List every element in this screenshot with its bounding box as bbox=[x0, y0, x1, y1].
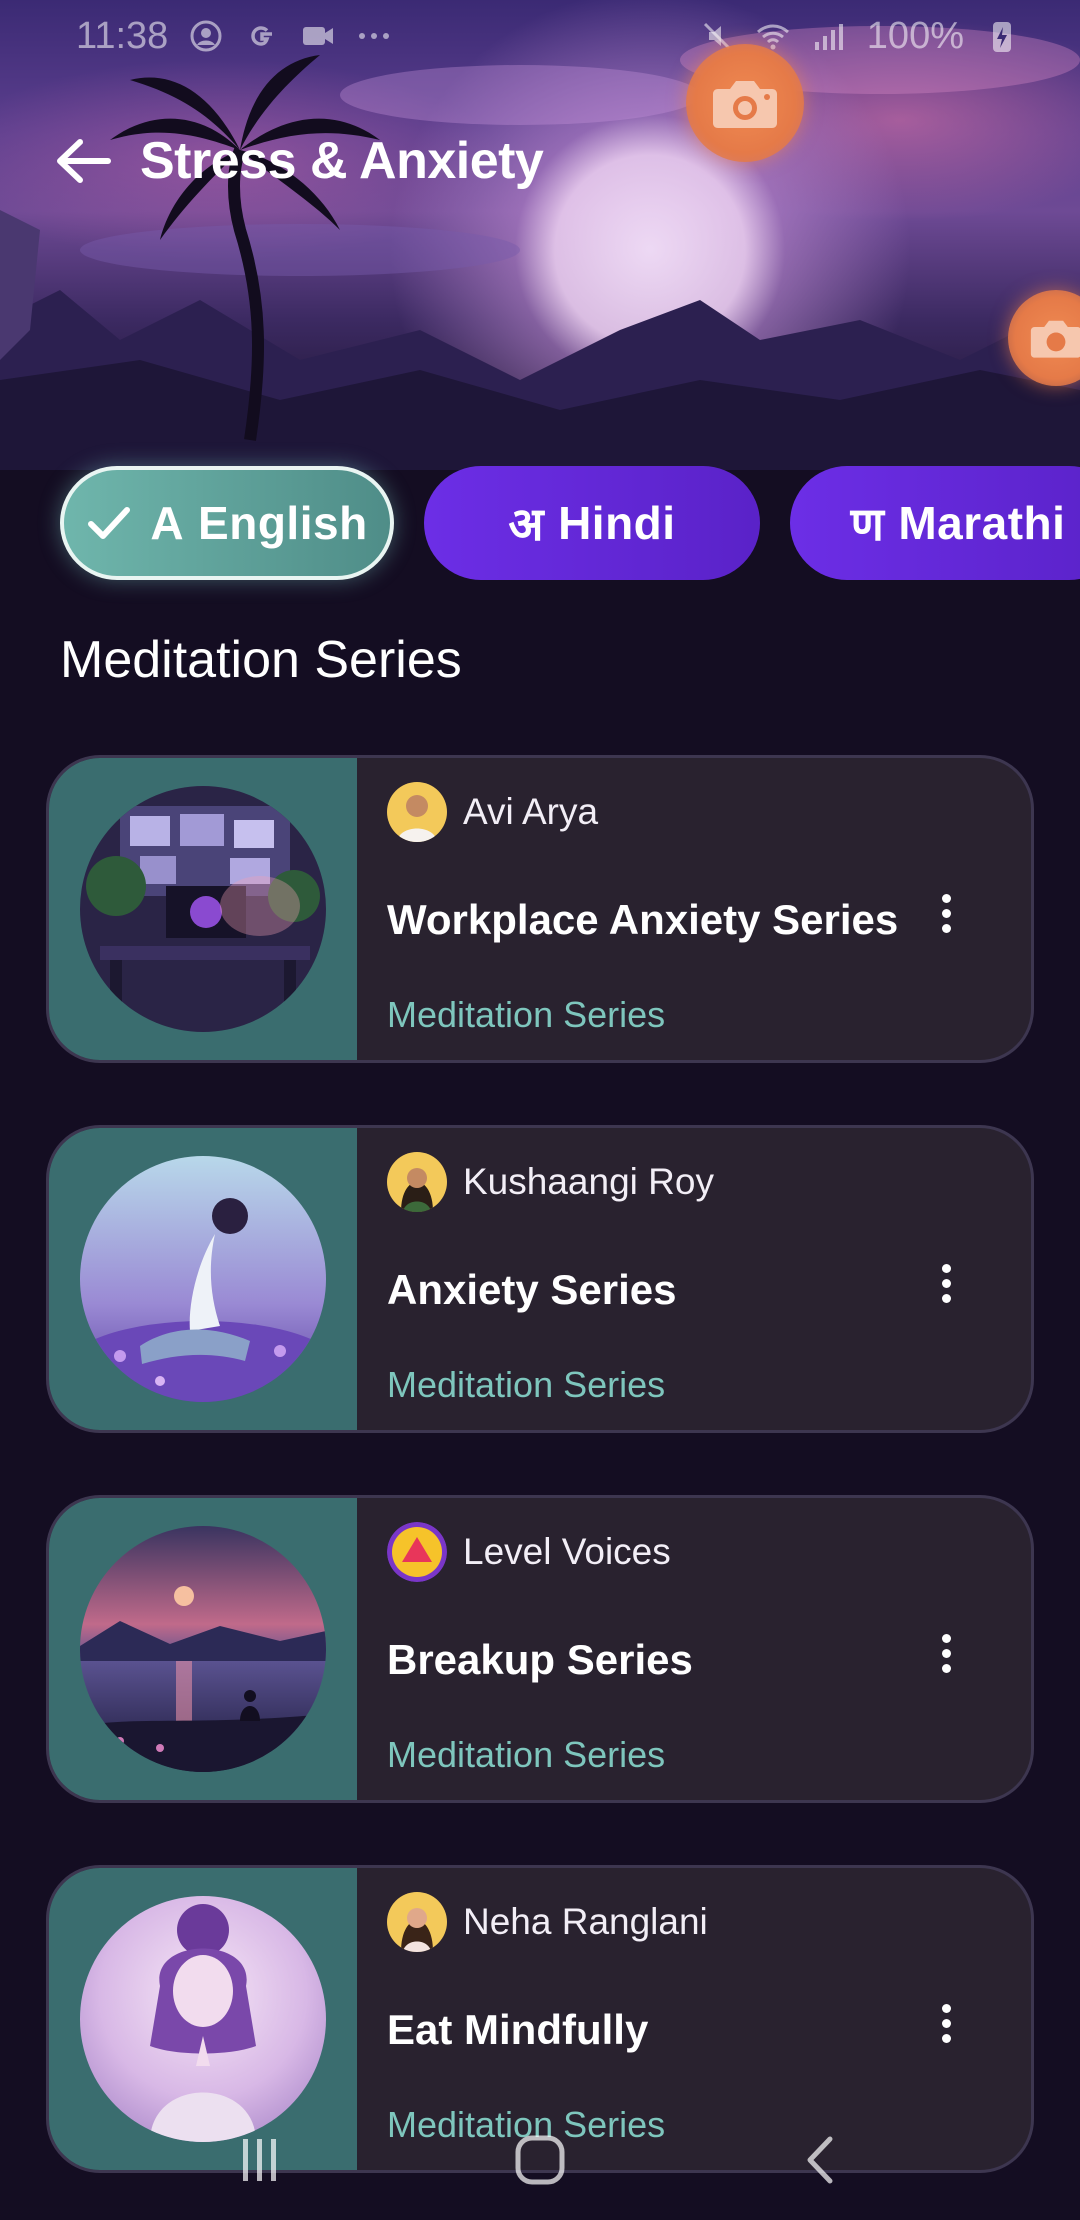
author-name: Kushaangi Roy bbox=[463, 1161, 714, 1202]
more-dots-icon bbox=[356, 18, 392, 54]
language-chip-marathi[interactable]: ण Marathi bbox=[790, 466, 1080, 580]
series-list: Avi Arya Workplace Anxiety Series Medita… bbox=[46, 755, 1034, 2220]
thumbnail-panel bbox=[49, 758, 357, 1060]
author-avatar bbox=[387, 782, 447, 842]
series-card[interactable]: Kushaangi Roy Anxiety Series Meditation … bbox=[46, 1125, 1034, 1433]
author: Neha Ranglani bbox=[387, 1892, 708, 1952]
language-label: Marathi bbox=[898, 497, 1066, 549]
floating-camera-button[interactable] bbox=[686, 44, 804, 162]
series-card[interactable]: Avi Arya Workplace Anxiety Series Medita… bbox=[46, 755, 1034, 1063]
author-avatar bbox=[387, 1892, 447, 1952]
language-label: Hindi bbox=[558, 497, 676, 549]
status-bar: 11:38 100% bbox=[0, 0, 1080, 72]
checkmark-icon bbox=[88, 507, 131, 539]
signal-icon bbox=[811, 18, 847, 54]
google-g-icon bbox=[244, 18, 280, 54]
more-options-button[interactable] bbox=[931, 1998, 961, 2048]
kebab-menu-icon bbox=[941, 1263, 951, 1273]
series-type: Meditation Series bbox=[387, 1364, 666, 1405]
back-button[interactable] bbox=[52, 130, 114, 192]
language-chip-hindi[interactable]: अ Hindi bbox=[424, 466, 760, 580]
kebab-menu-icon bbox=[941, 893, 951, 903]
language-glyph: अ bbox=[508, 498, 545, 550]
kebab-menu-icon bbox=[941, 2003, 951, 2013]
battery-percentage: 100% bbox=[866, 14, 964, 57]
account-circle-icon bbox=[188, 18, 224, 54]
thumbnail-panel bbox=[49, 1498, 357, 1800]
home-button[interactable] bbox=[495, 2125, 585, 2195]
recent-apps-icon bbox=[243, 2139, 276, 2181]
series-thumbnail bbox=[80, 1526, 326, 1772]
arrow-left-icon bbox=[57, 139, 111, 183]
more-options-button[interactable] bbox=[931, 1258, 961, 1308]
author-avatar bbox=[387, 1152, 447, 1212]
chevron-left-icon bbox=[807, 2136, 833, 2184]
author-name: Avi Arya bbox=[463, 791, 599, 832]
series-thumbnail bbox=[80, 1156, 326, 1402]
series-title: Breakup Series bbox=[387, 1636, 693, 1683]
author-name: Level Voices bbox=[463, 1531, 671, 1572]
author-avatar bbox=[387, 1522, 447, 1582]
language-glyph: A bbox=[150, 497, 185, 549]
camera-icon bbox=[713, 81, 777, 128]
author: Avi Arya bbox=[387, 782, 598, 842]
author: Kushaangi Roy bbox=[387, 1152, 714, 1212]
kebab-menu-icon bbox=[941, 1633, 951, 1643]
language-chip-english[interactable]: A English bbox=[60, 466, 394, 580]
thumbnail-panel bbox=[49, 1128, 357, 1430]
home-icon bbox=[515, 2135, 565, 2185]
page-title: Stress & Anxiety bbox=[140, 132, 544, 190]
language-selector: A English अ Hindi ण Marathi bbox=[60, 466, 1080, 580]
language-glyph: ण bbox=[850, 498, 885, 550]
series-title: Eat Mindfully bbox=[387, 2006, 649, 2053]
video-camera-icon bbox=[300, 18, 336, 54]
series-title: Anxiety Series bbox=[387, 1266, 677, 1313]
series-title: Workplace Anxiety Series bbox=[387, 896, 899, 943]
author: Level Voices bbox=[387, 1522, 671, 1582]
recent-apps-button[interactable] bbox=[215, 2125, 305, 2195]
series-thumbnail bbox=[80, 786, 326, 1032]
page-header: Stress & Anxiety bbox=[52, 130, 544, 192]
battery-charging-icon bbox=[984, 18, 1020, 54]
camera-icon bbox=[1030, 320, 1080, 358]
language-label: English bbox=[198, 497, 368, 549]
series-type: Meditation Series bbox=[387, 994, 666, 1035]
more-options-button[interactable] bbox=[931, 1628, 961, 1678]
author-name: Neha Ranglani bbox=[463, 1901, 708, 1942]
series-card[interactable]: Level Voices Breakup Series Meditation S… bbox=[46, 1495, 1034, 1803]
more-options-button[interactable] bbox=[931, 888, 961, 938]
system-navigation-bar bbox=[0, 2100, 1080, 2220]
section-title: Meditation Series bbox=[60, 631, 462, 689]
series-type: Meditation Series bbox=[387, 1734, 666, 1775]
hero-banner: 11:38 100% Stress & Anxiety bbox=[0, 0, 1080, 470]
back-nav-button[interactable] bbox=[775, 2125, 865, 2195]
status-time: 11:38 bbox=[76, 14, 169, 57]
